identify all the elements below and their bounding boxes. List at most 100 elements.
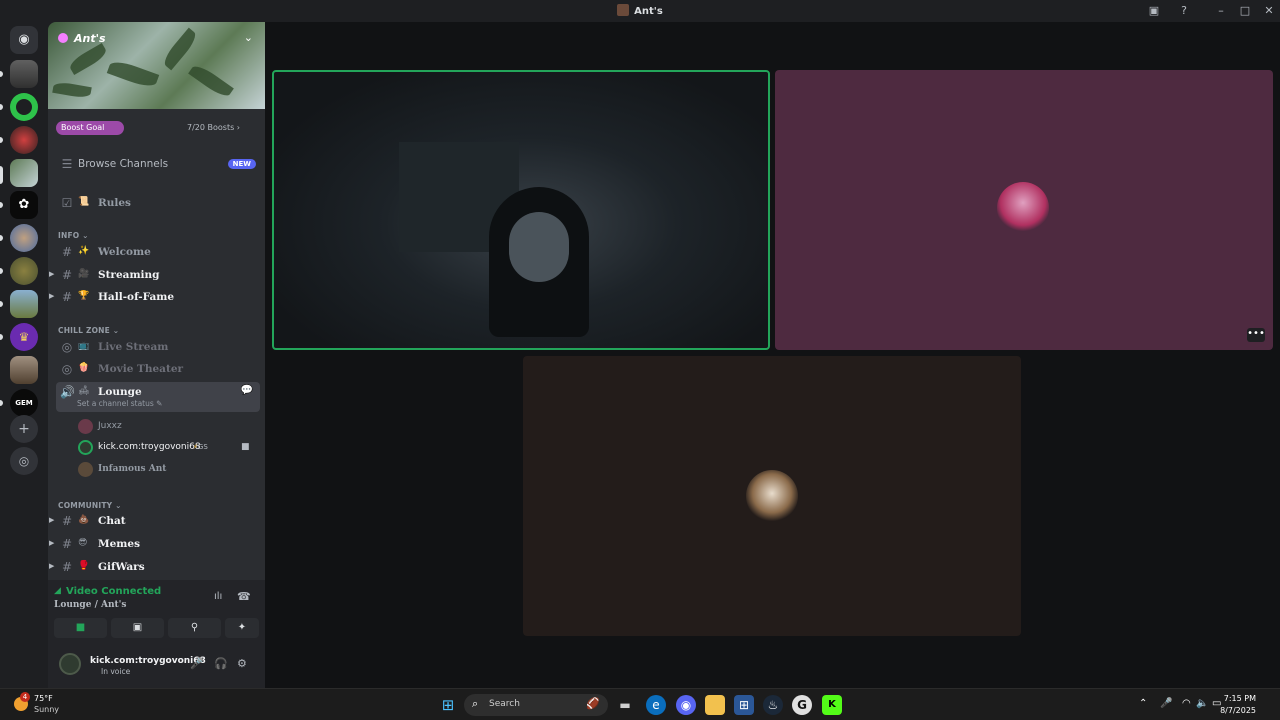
channel-memes[interactable]: ▶ # 😎 Memes	[49, 534, 260, 556]
expand-arrow-icon[interactable]: ▶	[49, 270, 54, 278]
channel-gifwars[interactable]: ▶ # 🥊 GifWars	[49, 557, 260, 579]
voice-location[interactable]: Lounge / Ant's	[54, 600, 127, 610]
popcorn-emoji-icon: 🍿	[78, 363, 90, 373]
hash-icon: #	[61, 514, 73, 528]
server-icon[interactable]	[10, 290, 38, 318]
unread-pill	[0, 334, 3, 340]
unread-pill	[0, 71, 3, 77]
emoji-icon: 😎	[78, 538, 88, 548]
server-icon[interactable]: GEM	[10, 389, 38, 417]
kick-app-icon[interactable]: K	[822, 695, 842, 715]
screen-share-button[interactable]: ▣	[111, 618, 164, 638]
avatar[interactable]	[59, 653, 81, 675]
channel-live-stream[interactable]: ◎ 📺 Live Stream	[56, 337, 260, 359]
server-icon[interactable]	[10, 93, 38, 121]
server-icon[interactable]: ♛	[10, 323, 38, 351]
channel-chat[interactable]: ▶ # 💩 Chat	[49, 511, 260, 533]
channel-streaming[interactable]: ▶ # 🎥 Streaming	[49, 265, 260, 287]
g-app-icon[interactable]: G	[792, 695, 812, 715]
server-icon-active[interactable]	[10, 159, 38, 187]
video-tile-camera[interactable]	[272, 70, 770, 350]
expand-arrow-icon[interactable]: ▶	[49, 562, 54, 570]
expand-arrow-icon[interactable]: ▶	[49, 539, 54, 547]
noise-suppression-icon[interactable]: ılı	[214, 591, 222, 602]
server-icon[interactable]: ✿	[10, 191, 38, 219]
channel-rules[interactable]: ☑ 📜 Rules	[56, 193, 260, 215]
server-icon[interactable]	[10, 257, 38, 285]
store-icon[interactable]: ⊞	[734, 695, 754, 715]
discord-icon[interactable]: ◉	[676, 695, 696, 715]
unread-pill	[0, 268, 3, 274]
server-icon[interactable]	[10, 126, 38, 154]
headphones-icon[interactable]: 🎧	[214, 657, 228, 670]
server-icon[interactable]	[10, 60, 38, 88]
more-options-icon[interactable]: •••	[1247, 328, 1265, 342]
help-icon[interactable]: ?	[1176, 3, 1192, 19]
voice-user[interactable]: kick.com:troygovoni68 ⚡GS ■	[78, 439, 258, 457]
chevron-down-icon[interactable]: ⌄	[244, 31, 253, 44]
minimize-button[interactable]: –	[1213, 3, 1229, 19]
server-icon[interactable]	[10, 356, 38, 384]
category-info[interactable]: INFO ⌄	[58, 231, 89, 240]
voice-panel: ◢ Video Connected Lounge / Ant's ılı ☎ ■…	[48, 580, 265, 688]
server-list: ◉ ✿ ♛ GEM + ◎	[0, 22, 48, 688]
browse-channels[interactable]: ☰ Browse Channels NEW	[56, 154, 260, 176]
channel-hall-of-fame[interactable]: ▶ # 🏆 Hall-of-Fame	[49, 287, 260, 309]
discord-home-icon[interactable]: ◉	[10, 26, 38, 54]
add-server-icon[interactable]: +	[10, 415, 38, 443]
channel-lounge[interactable]: 🔊 🛋 Lounge Set a channel status ✎ 💬	[56, 382, 260, 412]
search-box[interactable]: ⌕ Search 🏈	[464, 694, 608, 716]
weather-condition[interactable]: Sunny	[34, 705, 59, 714]
channel-movie-theater[interactable]: ◎ 🍿 Movie Theater	[56, 359, 260, 381]
task-view-icon[interactable]: ▬	[615, 695, 635, 715]
hash-icon: #	[61, 290, 73, 304]
search-highlight-icon: 🏈	[586, 697, 600, 710]
discover-icon[interactable]: ◎	[10, 447, 38, 475]
volume-icon[interactable]: 🔈	[1196, 698, 1208, 709]
video-tile-avatar[interactable]: •••	[775, 70, 1273, 350]
close-button[interactable]: ✕	[1261, 3, 1277, 19]
category-chill-zone[interactable]: CHILL ZONE ⌄	[58, 326, 119, 335]
weather-temp[interactable]: 75°F	[34, 694, 53, 703]
username[interactable]: kick.com:troygovoni68	[90, 656, 206, 666]
file-explorer-icon[interactable]	[705, 695, 725, 715]
boost-badge-icon	[58, 33, 68, 43]
voice-user[interactable]: Infamous Ant	[78, 461, 258, 479]
unread-pill	[0, 202, 3, 208]
hash-icon: #	[61, 245, 73, 259]
gear-icon[interactable]: ⚙	[237, 657, 247, 670]
start-icon[interactable]: ⊞	[438, 695, 458, 715]
wifi-icon[interactable]: ◠	[1182, 698, 1191, 709]
emoji-icon: 🥊	[78, 561, 90, 571]
category-community[interactable]: COMMUNITY ⌄	[58, 501, 122, 510]
avatar	[78, 462, 93, 477]
expand-arrow-icon[interactable]: ▶	[49, 292, 54, 300]
microphone-icon[interactable]: 🎤	[190, 657, 204, 670]
channel-status[interactable]: Set a channel status ✎	[77, 399, 162, 408]
channel-welcome[interactable]: # ✨ Welcome	[56, 242, 260, 264]
server-icon[interactable]	[10, 224, 38, 252]
maximize-button[interactable]: □	[1237, 3, 1253, 19]
chat-bubble-icon[interactable]: 💬	[240, 385, 254, 396]
expand-arrow-icon[interactable]: ▶	[49, 516, 54, 524]
camera-button[interactable]: ■	[54, 618, 107, 638]
inbox-icon[interactable]: ▣	[1146, 3, 1162, 19]
server-name[interactable]: Ant's	[58, 32, 106, 45]
hash-icon: #	[61, 537, 73, 551]
voice-user[interactable]: Juxxz	[78, 418, 258, 436]
edge-icon[interactable]: e	[646, 695, 666, 715]
activity-button[interactable]: ⚲	[168, 618, 221, 638]
video-tile-avatar[interactable]	[523, 356, 1021, 636]
clock[interactable]: 7:15 PM 8/7/2025	[1220, 693, 1256, 717]
avatar	[997, 182, 1049, 234]
chevron-up-icon[interactable]: ⌃	[1139, 698, 1147, 709]
soundboard-button[interactable]: ✦	[225, 618, 259, 638]
selected-pill	[0, 166, 3, 184]
voice-status[interactable]: Video Connected	[66, 586, 161, 597]
emoji-icon: 💩	[78, 515, 90, 525]
microphone-icon[interactable]: 🎤	[1160, 698, 1172, 709]
boost-goal[interactable]: Boost Goal 7/20 Boosts ›	[56, 121, 256, 135]
disconnect-icon[interactable]: ☎	[237, 590, 251, 603]
banner-leaf	[160, 27, 200, 71]
steam-icon[interactable]: ♨	[763, 695, 783, 715]
